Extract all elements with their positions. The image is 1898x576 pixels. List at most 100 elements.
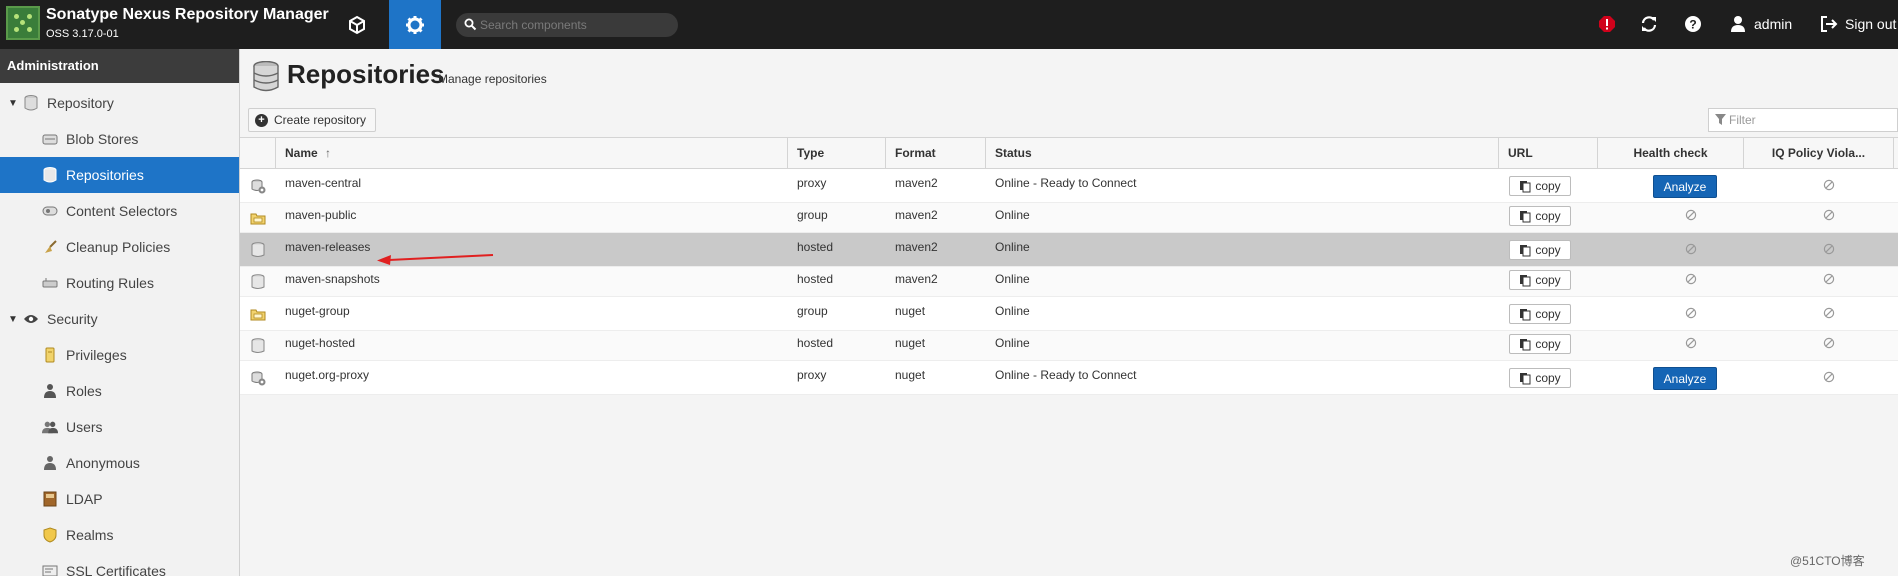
- nexus-logo[interactable]: [6, 6, 40, 40]
- plus-icon: +: [255, 113, 268, 127]
- copy-url-button[interactable]: copy: [1509, 368, 1571, 388]
- privilege-icon: [42, 347, 58, 363]
- sidebar-item-privileges[interactable]: Privileges: [0, 337, 239, 373]
- sidebar-item-routing-rules[interactable]: Routing Rules: [0, 265, 239, 301]
- repo-format: nuget: [895, 368, 926, 382]
- not-applicable-icon: [1685, 243, 1697, 255]
- column-header-url[interactable]: URL: [1499, 138, 1598, 169]
- copy-url-button[interactable]: copy: [1509, 206, 1571, 226]
- content-selector-icon: [42, 203, 58, 219]
- refresh-button[interactable]: [1638, 13, 1660, 35]
- signout-icon-wrap[interactable]: [1818, 13, 1840, 35]
- copy-url-button[interactable]: copy: [1509, 270, 1571, 290]
- database-icon: [42, 167, 58, 183]
- copy-label: copy: [1535, 337, 1561, 351]
- repo-format: maven2: [895, 272, 938, 286]
- not-applicable-icon: [1685, 337, 1697, 349]
- clipboard-icon: [1520, 210, 1531, 222]
- repo-status: Online - Ready to Connect: [995, 368, 1137, 382]
- copy-label: copy: [1535, 273, 1561, 287]
- broom-icon: [42, 239, 58, 255]
- sidebar-item-anonymous[interactable]: Anonymous: [0, 445, 239, 481]
- not-applicable-icon: [1685, 273, 1697, 285]
- sidebar-item-repository[interactable]: ▼ Repository: [0, 85, 239, 121]
- table-row[interactable]: nuget-group group nuget Online copy: [240, 297, 1898, 331]
- column-header-name[interactable]: Name ↑: [276, 138, 788, 169]
- sidebar-item-label: Repository: [47, 95, 114, 111]
- sidebar-item-label: Privileges: [66, 347, 127, 363]
- clipboard-icon: [1520, 372, 1531, 384]
- user-label[interactable]: admin: [1754, 16, 1792, 32]
- create-repository-button[interactable]: + Create repository: [248, 108, 377, 132]
- sidebar-item-content-selectors[interactable]: Content Selectors: [0, 193, 239, 229]
- column-header-type[interactable]: Type: [788, 138, 886, 169]
- repo-name: nuget-hosted: [285, 336, 356, 350]
- clipboard-icon: [1520, 180, 1531, 192]
- table-row[interactable]: nuget-hosted hosted nuget Online copy: [240, 331, 1898, 361]
- sidebar-item-blob-stores[interactable]: Blob Stores: [0, 121, 239, 157]
- analyze-button[interactable]: Analyze: [1653, 175, 1717, 198]
- column-header-health-check[interactable]: Health check: [1598, 138, 1744, 169]
- filter-input[interactable]: [1729, 112, 1889, 128]
- sidebar-item-label: Security: [47, 311, 98, 327]
- sidebar-item-users[interactable]: Users: [0, 409, 239, 445]
- column-header-format[interactable]: Format: [886, 138, 986, 169]
- sidebar-item-ssl-certificates[interactable]: SSL Certificates: [0, 553, 239, 576]
- browse-button[interactable]: [331, 0, 383, 49]
- proxy-icon: [240, 169, 276, 203]
- table-row[interactable]: maven-public group maven2 Online copy: [240, 203, 1898, 233]
- search-box[interactable]: [456, 13, 678, 37]
- sidebar-item-label: Users: [66, 419, 103, 435]
- filter-box[interactable]: [1708, 108, 1898, 132]
- sidebar-item-label: Blob Stores: [66, 131, 139, 147]
- copy-url-button[interactable]: copy: [1509, 304, 1571, 324]
- sidebar-item-cleanup-policies[interactable]: Cleanup Policies: [0, 229, 239, 265]
- copy-url-button[interactable]: copy: [1509, 334, 1571, 354]
- sign-out-link[interactable]: Sign out: [1845, 16, 1896, 32]
- repo-status: Online: [995, 208, 1030, 222]
- not-applicable-icon: [1685, 307, 1697, 319]
- sidebar-item-ldap[interactable]: LDAP: [0, 481, 239, 517]
- repo-status: Online: [995, 240, 1030, 254]
- table-row[interactable]: maven-snapshots hosted maven2 Online copy: [240, 267, 1898, 297]
- sidebar-item-roles[interactable]: Roles: [0, 373, 239, 409]
- sidebar-item-label: Repositories: [66, 167, 144, 183]
- page-title: Repositories: [287, 59, 445, 89]
- role-icon: [42, 383, 58, 399]
- copy-label: copy: [1535, 179, 1561, 193]
- certificate-icon: [42, 563, 58, 576]
- sidebar-item-realms[interactable]: Realms: [0, 517, 239, 553]
- column-header-status[interactable]: Status: [986, 138, 1499, 169]
- sidebar-item-security[interactable]: ▼ Security: [0, 301, 239, 337]
- chevron-down-icon[interactable]: ▼: [7, 314, 19, 325]
- hosted-icon: [240, 233, 276, 267]
- filter-icon: [1715, 114, 1726, 125]
- ldap-book-icon: [42, 491, 58, 507]
- watermark: @51CTO博客: [1790, 554, 1865, 568]
- not-applicable-icon: [1823, 273, 1835, 285]
- alert-button[interactable]: [1596, 13, 1618, 35]
- search-input[interactable]: [480, 16, 670, 34]
- alert-icon: [1599, 16, 1615, 32]
- admin-button[interactable]: [389, 0, 441, 49]
- clipboard-icon: [1520, 338, 1531, 350]
- chevron-down-icon[interactable]: ▼: [7, 98, 19, 109]
- users-icon: [42, 419, 58, 435]
- not-applicable-icon: [1823, 243, 1835, 255]
- copy-url-button[interactable]: copy: [1509, 240, 1571, 260]
- user-button[interactable]: [1727, 13, 1749, 35]
- column-header-iq-policy[interactable]: IQ Policy Viola...: [1744, 138, 1894, 169]
- repo-name: maven-public: [285, 208, 357, 222]
- table-row[interactable]: maven-central proxy maven2 Online - Ready t…: [240, 169, 1898, 203]
- clipboard-icon: [1520, 308, 1531, 320]
- analyze-button[interactable]: Analyze: [1653, 367, 1717, 390]
- sidebar-item-label: SSL Certificates: [66, 563, 166, 576]
- table-row[interactable]: nuget.org-proxy proxy nuget Online - Ready …: [240, 361, 1898, 395]
- not-applicable-icon: [1823, 337, 1835, 349]
- copy-url-button[interactable]: copy: [1509, 176, 1571, 196]
- sidebar-item-repositories[interactable]: Repositories: [0, 157, 239, 193]
- repo-type: group: [797, 304, 828, 318]
- help-button[interactable]: ?: [1682, 13, 1704, 35]
- svg-text:?: ?: [1689, 18, 1696, 32]
- repo-format: maven2: [895, 208, 938, 222]
